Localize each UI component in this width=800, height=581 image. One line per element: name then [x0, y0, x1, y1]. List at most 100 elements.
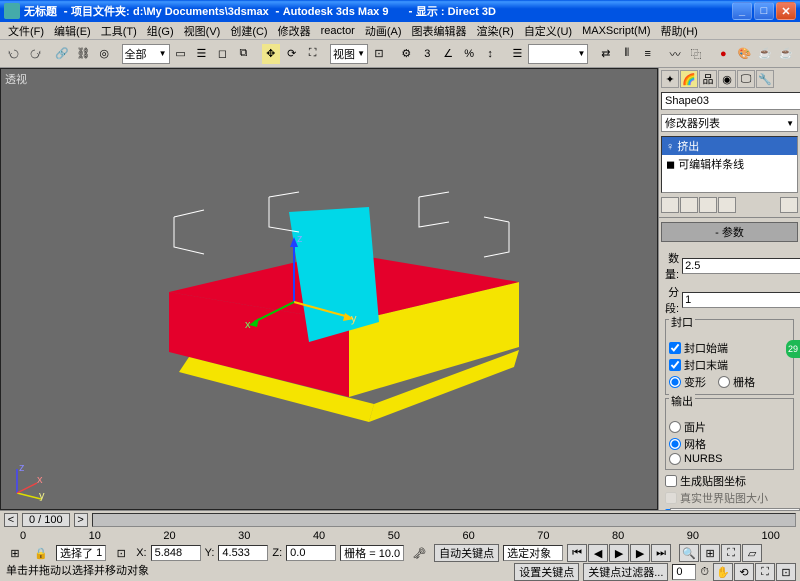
menu-group[interactable]: 组(G) — [143, 22, 178, 40]
menu-render[interactable]: 渲染(R) — [473, 22, 518, 40]
named-sel-button[interactable]: ☰ — [508, 43, 528, 65]
goto-end-button[interactable]: ⏭ — [651, 544, 671, 562]
menu-animation[interactable]: 动画(A) — [361, 22, 406, 40]
material-editor-button[interactable]: ● — [713, 43, 733, 65]
time-next-button[interactable]: > — [74, 513, 88, 527]
unique-button[interactable] — [699, 197, 717, 213]
manipulate-button[interactable]: ⚙ — [396, 43, 416, 65]
utilities-tab[interactable]: 🔧 — [756, 70, 774, 88]
bind-button[interactable]: ◎ — [94, 43, 114, 65]
viewport[interactable]: 透视 z y x z y x — [0, 68, 658, 510]
key-filter-dropdown[interactable]: 选定对象 — [503, 545, 563, 561]
named-sel-dropdown[interactable]: ▼ — [528, 44, 588, 64]
params-rollout-header[interactable]: - 参数 — [661, 222, 798, 242]
cap-end-checkbox[interactable] — [669, 359, 681, 371]
rotate-button[interactable]: ⟳ — [282, 43, 302, 65]
prev-frame-button[interactable]: ◀ — [588, 544, 608, 562]
pivot-button[interactable]: ⊡ — [369, 43, 389, 65]
menu-maxscript[interactable]: MAXScript(M) — [578, 24, 654, 38]
output-mesh-radio[interactable] — [669, 438, 681, 450]
selection-filter-dropdown[interactable]: 全部▼ — [122, 44, 170, 64]
lock-selection-button[interactable]: 🔒 — [30, 542, 52, 564]
motion-tab[interactable]: ◉ — [718, 70, 736, 88]
next-frame-button[interactable]: ▶ — [630, 544, 650, 562]
amount-spinner[interactable] — [682, 258, 800, 274]
menu-tools[interactable]: 工具(T) — [97, 22, 141, 40]
move-button[interactable]: ✥ — [261, 43, 281, 65]
remove-mod-button[interactable] — [718, 197, 736, 213]
create-tab[interactable]: ✦ — [661, 70, 679, 88]
configure-button[interactable] — [780, 197, 798, 213]
schematic-button[interactable]: ⿻ — [686, 43, 706, 65]
key-filters-button[interactable]: 关键点过滤器... — [583, 563, 668, 581]
menu-create[interactable]: 创建(C) — [226, 22, 271, 40]
close-button[interactable]: ✕ — [776, 2, 796, 20]
unlink-button[interactable]: ⛓ — [73, 43, 93, 65]
layers-button[interactable]: ≡ — [638, 43, 658, 65]
morph-radio[interactable] — [669, 376, 681, 388]
auto-key-button[interactable]: 自动关键点 — [434, 544, 499, 562]
select-by-name-button[interactable]: ☰ — [192, 43, 212, 65]
time-slider[interactable]: < 0 / 100 > — [0, 511, 800, 529]
spinner-snap-button[interactable]: ↕ — [480, 43, 500, 65]
render-last-button[interactable]: ☕ — [776, 43, 796, 65]
zoom-extents-button[interactable]: ⛶ — [721, 544, 741, 562]
key-mode-button[interactable]: 🗝 — [408, 542, 430, 564]
coord-x-field[interactable] — [155, 547, 197, 559]
time-config-button[interactable]: ⏱ — [700, 566, 709, 579]
communication-center-icon[interactable]: 29 — [786, 340, 800, 358]
current-frame-field[interactable] — [676, 566, 692, 578]
segments-spinner[interactable] — [682, 292, 800, 308]
show-end-button[interactable] — [680, 197, 698, 213]
grid-radio[interactable] — [718, 376, 730, 388]
scale-button[interactable]: ⛶ — [303, 43, 323, 65]
time-slider-thumb[interactable]: 0 / 100 — [22, 513, 70, 527]
output-nurbs-radio[interactable] — [669, 453, 681, 465]
modify-tab[interactable]: 🌈 — [680, 70, 698, 88]
maximize-button[interactable]: □ — [754, 2, 774, 20]
hierarchy-tab[interactable]: 品 — [699, 70, 717, 88]
goto-start-button[interactable]: ⏮ — [567, 544, 587, 562]
menu-edit[interactable]: 编辑(E) — [50, 22, 95, 40]
time-track[interactable] — [92, 513, 796, 527]
cap-start-checkbox[interactable] — [669, 342, 681, 354]
coord-z-field[interactable] — [290, 547, 332, 559]
align-button[interactable]: ⫴ — [617, 43, 637, 65]
trackbar-toggle[interactable]: ⊞ — [4, 542, 26, 564]
modifier-stack-selected[interactable]: ♀ 挤出 — [662, 137, 797, 155]
menu-reactor[interactable]: reactor — [317, 24, 359, 38]
render-scene-button[interactable]: 🎨 — [734, 43, 754, 65]
curve-editor-button[interactable]: 〰 — [665, 43, 685, 65]
modifier-list-dropdown[interactable]: 修改器列表▼ — [661, 114, 798, 132]
zoom-button[interactable]: 🔍 — [679, 544, 699, 562]
set-key-button[interactable]: 设置关键点 — [514, 563, 579, 581]
undo-button[interactable] — [4, 43, 24, 65]
pan-button[interactable]: ✋ — [713, 563, 733, 581]
menu-help[interactable]: 帮助(H) — [657, 22, 702, 40]
fov-button[interactable]: ▱ — [742, 544, 762, 562]
minimize-button[interactable]: _ — [732, 2, 752, 20]
coord-y-field[interactable] — [222, 547, 264, 559]
menu-customize[interactable]: 自定义(U) — [520, 22, 576, 40]
object-name-field[interactable] — [661, 92, 800, 110]
output-patch-radio[interactable] — [669, 421, 681, 433]
percent-snap-button[interactable]: % — [459, 43, 479, 65]
window-crossing-button[interactable]: ⧉ — [233, 43, 253, 65]
select-object-button[interactable]: ▭ — [171, 43, 191, 65]
display-tab[interactable]: 🖵 — [737, 70, 755, 88]
menu-view[interactable]: 视图(V) — [180, 22, 225, 40]
nav-extra-button[interactable]: ⊡ — [776, 563, 796, 581]
modifier-stack-item[interactable]: ◼ 可编辑样条线 — [662, 155, 797, 173]
menu-file[interactable]: 文件(F) — [4, 22, 48, 40]
link-button[interactable]: 🔗 — [52, 43, 72, 65]
min-max-toggle-button[interactable]: ⛶ — [755, 563, 775, 581]
abs-mode-button[interactable]: ⊡ — [110, 542, 132, 564]
modifier-stack[interactable]: ♀ 挤出 ◼ 可编辑样条线 — [661, 136, 798, 193]
select-region-button[interactable]: ◻ — [212, 43, 232, 65]
zoom-all-button[interactable]: ⊞ — [700, 544, 720, 562]
mirror-button[interactable]: ⇄ — [596, 43, 616, 65]
angle-snap-button[interactable]: ∠ — [438, 43, 458, 65]
gen-map-checkbox[interactable] — [665, 475, 677, 487]
menu-graph[interactable]: 图表编辑器 — [408, 22, 471, 40]
orbit-button[interactable]: ⟲ — [734, 563, 754, 581]
